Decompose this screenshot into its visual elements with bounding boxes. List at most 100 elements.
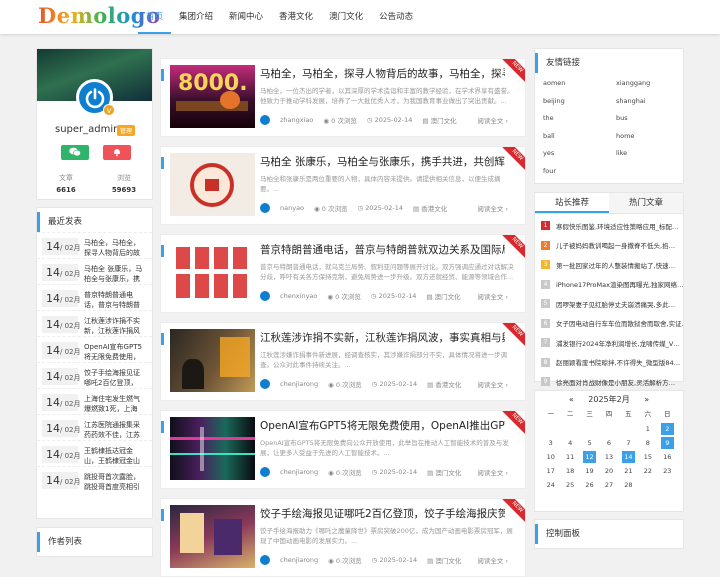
- calendar-day[interactable]: 10: [541, 451, 560, 463]
- friend-link[interactable]: home: [608, 132, 681, 150]
- read-more-link[interactable]: 阅读全文 ›: [477, 379, 518, 389]
- calendar-day[interactable]: 4: [560, 437, 579, 449]
- recent-post-item[interactable]: 14/ 02月 江苏医院通报集采药药效不佳，江苏: [37, 414, 152, 440]
- calendar-day[interactable]: 15: [638, 451, 657, 463]
- article-category[interactable]: ▤ 澳门文化: [427, 467, 461, 477]
- calendar-day[interactable]: 28: [619, 479, 638, 491]
- calendar-day[interactable]: 26: [580, 479, 599, 491]
- post-title-link[interactable]: 马柏全，马柏全，探寻人物背后的故: [84, 238, 144, 258]
- calendar-day[interactable]: 20: [599, 465, 618, 477]
- article-thumbnail[interactable]: [170, 241, 255, 304]
- friend-link[interactable]: the: [535, 114, 608, 132]
- article-category[interactable]: ▤ 香港文化: [413, 203, 447, 213]
- post-title-link[interactable]: 江秋莲涉诈捐不实新，江秋莲诈捐风: [84, 316, 144, 336]
- author-avatar[interactable]: [260, 467, 270, 477]
- nav-home[interactable]: 首页: [138, 0, 172, 34]
- recommend-item[interactable]: 9 徐亮面对肖战财像是小朋友,灵活解析方…: [535, 372, 683, 392]
- calendar-day[interactable]: 13: [599, 451, 618, 463]
- recent-post-item[interactable]: 14/ 02月饺子手绘海报见证哪吒2百亿登顶，饺: [37, 362, 152, 388]
- recent-post-item[interactable]: 14/ 02月 马柏全 张康乐，马柏全与张康乐，携: [37, 258, 152, 284]
- author-avatar[interactable]: [260, 115, 270, 125]
- recommend-title[interactable]: 因啰架妻子见红胎停丈夫崩溃痛哭,多此…: [556, 299, 683, 309]
- article-title[interactable]: 普京特朗普通电话，普京与特朗普就双边关系及国际局势进行…: [260, 242, 505, 257]
- nav-hk-culture[interactable]: 香港文化: [271, 0, 321, 34]
- article-thumbnail[interactable]: [170, 329, 255, 392]
- recommend-item[interactable]: 3 第一批回家过年的人整装情搬站了,快速…: [535, 255, 683, 275]
- calendar-day[interactable]: 2: [660, 423, 674, 435]
- post-title-link[interactable]: 王鹤棣抵达冠金山，王鹤棣冠金山: [84, 446, 144, 466]
- nav-macau-culture[interactable]: 澳门文化: [321, 0, 371, 34]
- read-more-link[interactable]: 阅读全文 ›: [477, 467, 518, 477]
- article-category[interactable]: ▤ 澳门文化: [426, 291, 460, 301]
- author-avatar[interactable]: [260, 291, 270, 301]
- recommend-title[interactable]: 赵丽颖看废书院晾拌,不许得失_微型版84…: [556, 357, 683, 367]
- tab-hot-articles[interactable]: 热门文章: [609, 193, 683, 213]
- friend-link[interactable]: beijing: [535, 97, 608, 115]
- friend-link[interactable]: shanghai: [608, 97, 681, 115]
- recommend-title[interactable]: iPhone17ProMax渲染图再曝光,独家网络…: [556, 279, 683, 289]
- wechat-button[interactable]: [61, 145, 89, 160]
- recommend-item[interactable]: 1 寒假快乐图鉴,环境适应性策略应用_标配…: [535, 216, 683, 236]
- calendar-day[interactable]: 17: [541, 465, 560, 477]
- recommend-item[interactable]: 5 因啰架妻子见红胎停丈夫崩溃痛哭,多此…: [535, 294, 683, 314]
- recent-post-item[interactable]: 14/ 02月 普京特朗普通电话，普京与特朗普: [37, 284, 152, 310]
- recommend-title[interactable]: 第一批回家过年的人整装情搬站了,快速…: [556, 260, 683, 270]
- post-title-link[interactable]: 普京特朗普通电话，普京与特朗普: [84, 290, 144, 310]
- calendar-day[interactable]: 6: [599, 437, 618, 449]
- recommend-item[interactable]: 4 iPhone17ProMax渲染图再曝光,独家网络…: [535, 275, 683, 295]
- article-author[interactable]: zhangxiao: [280, 116, 313, 124]
- article-thumbnail[interactable]: [170, 417, 255, 480]
- recommend-title[interactable]: 徐亮面对肖战财像是小朋友,灵活解析方…: [556, 377, 683, 387]
- recommend-item[interactable]: 7 浦发银行2024年净利润增长,龙啸传媒_V…: [535, 333, 683, 353]
- nav-news[interactable]: 新闻中心: [221, 0, 271, 34]
- friend-link[interactable]: aomen: [535, 79, 608, 97]
- nav-group-intro[interactable]: 集团介绍: [171, 0, 221, 34]
- article-author[interactable]: chenxinyao: [280, 292, 317, 300]
- calendar-day[interactable]: 5: [580, 437, 599, 449]
- calendar-day[interactable]: 22: [638, 465, 657, 477]
- read-more-link[interactable]: 阅读全文 ›: [477, 115, 518, 125]
- author-avatar[interactable]: [260, 379, 270, 389]
- friend-link[interactable]: like: [608, 149, 681, 167]
- calendar-day[interactable]: 1: [638, 423, 657, 435]
- friend-link[interactable]: ball: [535, 132, 608, 150]
- calendar-day[interactable]: 25: [560, 479, 579, 491]
- calendar-day[interactable]: 19: [580, 465, 599, 477]
- recommend-title[interactable]: 浦发银行2024年净利润增长,龙啸传媒_V…: [556, 338, 683, 348]
- calendar-day[interactable]: 12: [582, 451, 597, 463]
- recent-post-item[interactable]: 14/ 02月 OpenAI宣布GPT5将无限免费使用，: [37, 336, 152, 362]
- article-title[interactable]: 马柏全 张康乐，马柏全与张康乐，携手共进，共创辉煌，马柏…: [260, 154, 505, 169]
- article-thumbnail[interactable]: [170, 505, 255, 568]
- tab-recommended[interactable]: 站长推荐: [535, 193, 609, 213]
- recent-post-item[interactable]: 14/ 02月 马柏全，马柏全，探寻人物背后的故: [37, 232, 152, 258]
- article-title[interactable]: 江秋莲涉诈捐不实新，江秋莲诈捐风波，事实真相与舆论反转…: [260, 330, 505, 345]
- article-author[interactable]: chenjiarong: [280, 468, 318, 476]
- friend-link[interactable]: four: [535, 167, 608, 185]
- recommend-title[interactable]: 儿子被妈妈教训喝起一身撒脊不低头,掐…: [556, 240, 683, 250]
- article-author[interactable]: chenjiarong: [280, 556, 318, 564]
- calendar-day[interactable]: 9: [660, 437, 674, 449]
- recent-post-item[interactable]: 14/ 02月 跳投哥首次露脸，跳投哥首度亮相引: [37, 466, 152, 492]
- article-author[interactable]: chenjiarong: [280, 380, 318, 388]
- post-title-link[interactable]: 上海住宅发生燃气爆燃致1死，上海住: [84, 394, 144, 414]
- read-more-link[interactable]: 阅读全文 ›: [477, 291, 518, 301]
- post-title-link[interactable]: 江苏医院通报集采药药效不佳，江苏: [84, 420, 144, 440]
- recommend-item[interactable]: 6 女子因电动自行车车位而散狱舍而取舍,实证…: [535, 314, 683, 334]
- article-category[interactable]: ▤ 澳门文化: [422, 115, 456, 125]
- recommend-title[interactable]: 寒假快乐图鉴,环境适应性策略应用_标配…: [556, 221, 683, 231]
- article-thumbnail[interactable]: [170, 153, 255, 216]
- friend-link[interactable]: xianggang: [608, 79, 681, 97]
- post-title-link[interactable]: 马柏全 张康乐，马柏全与张康乐，携: [84, 264, 144, 284]
- article-author[interactable]: nanyao: [280, 204, 304, 212]
- friend-link[interactable]: bus: [608, 114, 681, 132]
- recent-post-item[interactable]: 14/ 02月 江秋莲涉诈捐不实新，江秋莲诈捐风: [37, 310, 152, 336]
- calendar-day[interactable]: 21: [619, 465, 638, 477]
- nav-announcements[interactable]: 公告动态: [371, 0, 421, 34]
- calendar-day[interactable]: 24: [541, 479, 560, 491]
- calendar-day[interactable]: 7: [619, 437, 638, 449]
- friend-link[interactable]: yes: [535, 149, 608, 167]
- recommend-title[interactable]: 女子因电动自行车车位而散狱舍而取舍,实证…: [556, 318, 683, 328]
- article-category[interactable]: ▤ 香港文化: [427, 379, 461, 389]
- calendar-next[interactable]: »: [644, 395, 649, 404]
- author-avatar[interactable]: [260, 555, 270, 565]
